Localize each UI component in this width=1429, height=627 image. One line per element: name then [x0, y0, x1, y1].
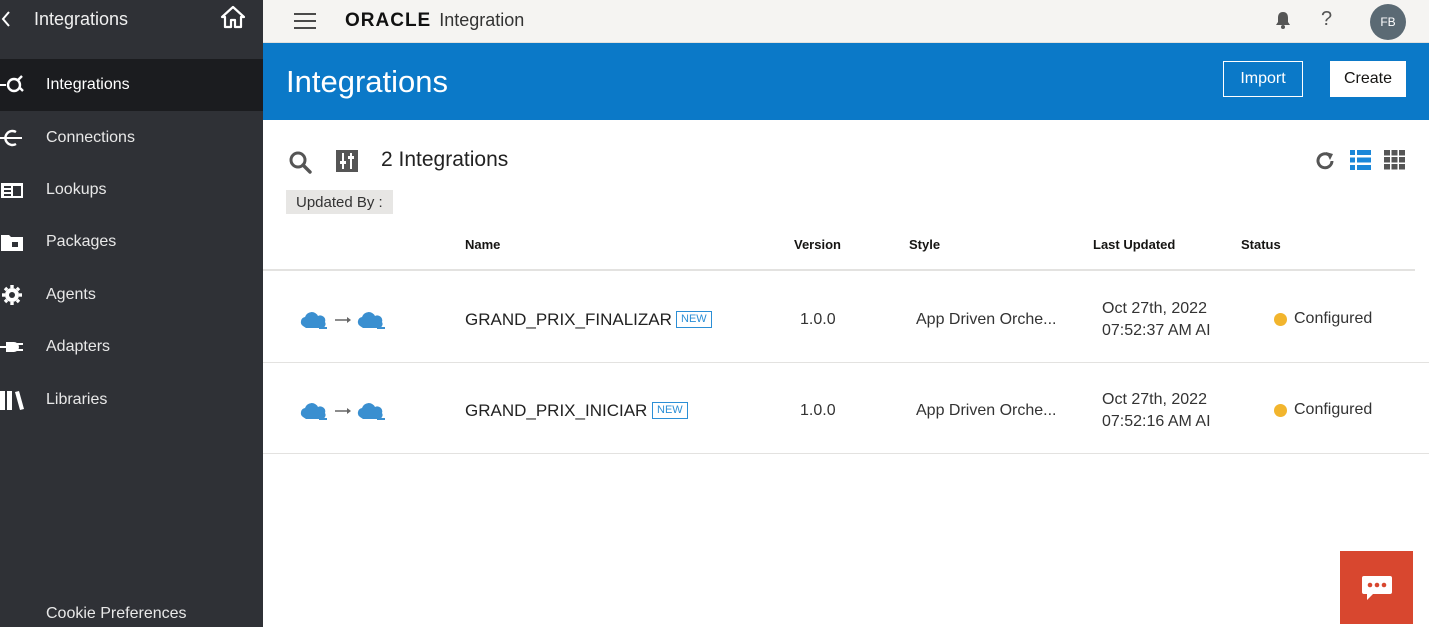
refresh-icon[interactable]	[1314, 150, 1336, 172]
grid-view-icon[interactable]	[1384, 150, 1405, 170]
home-icon[interactable]	[220, 4, 246, 30]
filter-icon[interactable]	[335, 149, 359, 173]
help-icon[interactable]: ?	[1321, 8, 1332, 31]
libraries-icon	[0, 389, 26, 411]
chat-icon	[1361, 575, 1392, 600]
integration-style: App Driven Orche...	[916, 402, 1057, 419]
search-icon[interactable]	[288, 150, 312, 174]
table-row[interactable]: GRAND_PRIX_INICIAR NEW 1.0.0 App Driven …	[263, 363, 1429, 454]
sidebar-item-label: Integrations	[46, 76, 130, 94]
last-updated: Oct 27th, 2022 07:52:37 AM AI	[1102, 298, 1211, 342]
sidebar-title: Integrations	[34, 9, 129, 29]
sidebar-header: Integrations	[0, 0, 263, 42]
sidebar-item-connections[interactable]: Connections	[0, 111, 263, 163]
status-badge: Configured	[1274, 401, 1372, 419]
import-button[interactable]: Import	[1223, 61, 1303, 97]
gear-icon	[0, 284, 26, 306]
integration-version: 1.0.0	[800, 402, 836, 419]
table-header: Name Version Style Last Updated Status	[263, 227, 1415, 271]
back-icon[interactable]	[0, 8, 16, 32]
sidebar-item-packages[interactable]: Packages	[0, 216, 263, 268]
sidebar-item-agents[interactable]: Agents	[0, 269, 263, 321]
page-header: Integrations Import Create	[263, 43, 1429, 120]
status-dot	[1274, 403, 1287, 417]
column-header-status[interactable]: Status	[1241, 237, 1281, 252]
sidebar-item-label: Lookups	[46, 180, 107, 198]
brand-product: Integration	[439, 10, 525, 30]
sidebar-item-label: Agents	[46, 285, 96, 303]
hamburger-menu-icon[interactable]	[294, 13, 316, 29]
integration-name[interactable]: GRAND_PRIX_FINALIZAR	[465, 310, 672, 330]
integration-flow-icon	[300, 312, 385, 329]
sidebar-item-label: Connections	[46, 128, 135, 146]
chat-button[interactable]	[1340, 551, 1413, 624]
brand-oracle: ORACLE	[345, 10, 432, 31]
status-label: Configured	[1294, 310, 1373, 327]
create-button[interactable]: Create	[1330, 61, 1406, 97]
bell-icon[interactable]	[1273, 10, 1293, 30]
list-view-icon[interactable]	[1350, 150, 1371, 170]
sidebar-item-label: Adapters	[46, 338, 111, 356]
status-dot	[1274, 312, 1287, 326]
page-title: Integrations	[286, 64, 448, 99]
packages-icon	[0, 231, 26, 253]
status-badge: Configured	[1274, 310, 1372, 328]
column-header-name[interactable]: Name	[465, 237, 500, 252]
sidebar-nav: Integrations Connections Lookups Package…	[0, 59, 263, 426]
sidebar-item-label: Packages	[46, 233, 117, 251]
integration-style: App Driven Orche...	[916, 311, 1057, 328]
integrations-count: 2 Integrations	[381, 148, 509, 171]
sidebar-item-label: Libraries	[46, 390, 108, 408]
updated-time: 07:52:16 AM AI	[1102, 413, 1211, 430]
cookie-preferences-link[interactable]: Cookie Preferences	[46, 605, 187, 623]
last-updated: Oct 27th, 2022 07:52:16 AM AI	[1102, 389, 1211, 433]
sidebar-item-lookups[interactable]: Lookups	[0, 164, 263, 216]
avatar[interactable]: FB	[1370, 4, 1406, 40]
new-badge: NEW	[676, 311, 712, 328]
column-header-last-updated[interactable]: Last Updated	[1093, 237, 1175, 252]
integration-version: 1.0.0	[800, 311, 836, 328]
brand-logo: ORACLE Integration	[345, 10, 524, 32]
updated-by-filter-chip[interactable]: Updated By :	[286, 190, 393, 214]
sidebar-item-adapters[interactable]: Adapters	[0, 321, 263, 373]
sidebar-item-integrations[interactable]: Integrations	[0, 59, 263, 112]
lookups-icon	[0, 179, 26, 201]
new-badge: NEW	[652, 402, 688, 419]
integration-name[interactable]: GRAND_PRIX_INICIAR	[465, 401, 647, 421]
top-bar: ORACLE Integration ? FB	[263, 0, 1429, 43]
adapters-icon	[0, 336, 26, 358]
status-label: Configured	[1294, 401, 1373, 418]
column-header-version[interactable]: Version	[794, 237, 841, 252]
integration-flow-icon	[300, 403, 385, 420]
table-row[interactable]: GRAND_PRIX_FINALIZAR NEW 1.0.0 App Drive…	[263, 272, 1429, 363]
updated-date: Oct 27th, 2022	[1102, 300, 1207, 317]
sidebar: Integrations Integrations Connections Lo…	[0, 0, 263, 627]
updated-date: Oct 27th, 2022	[1102, 391, 1207, 408]
connections-icon	[0, 127, 26, 149]
sidebar-item-libraries[interactable]: Libraries	[0, 373, 263, 425]
integrations-icon	[0, 74, 26, 96]
updated-time: 07:52:37 AM AI	[1102, 322, 1211, 339]
column-header-style[interactable]: Style	[909, 237, 940, 252]
